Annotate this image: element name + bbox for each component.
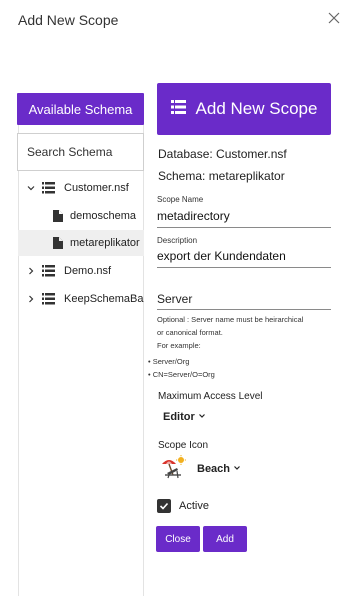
scope-icon-select[interactable]: Beach xyxy=(197,463,241,475)
tree-item-label: demoschema xyxy=(70,210,137,222)
add-button[interactable]: Add xyxy=(203,526,247,552)
access-level-label: Maximum Access Level xyxy=(158,391,263,402)
add-new-scope-label: Add New Scope xyxy=(195,99,318,118)
tree-item-keepschemabac[interactable]: KeepSchemaBac xyxy=(18,286,144,312)
active-checkbox[interactable] xyxy=(157,499,171,513)
server-help-line: Optional : Server name must be heirarchi… xyxy=(157,315,304,324)
database-icon xyxy=(42,293,55,305)
scope-icon-dropdown[interactable]: Beach xyxy=(161,455,241,482)
server-example: • CN=Server/O=Org xyxy=(148,370,215,379)
tree-item-label: Customer.nsf xyxy=(64,182,129,194)
chevron-down-icon[interactable] xyxy=(26,183,36,193)
search-schema-input[interactable] xyxy=(17,133,144,171)
list-icon xyxy=(170,99,186,119)
tree-item-label: Demo.nsf xyxy=(64,265,112,277)
tree-item-customer[interactable]: Customer.nsf xyxy=(18,175,144,201)
close-icon[interactable] xyxy=(328,12,342,26)
chevron-right-icon[interactable] xyxy=(26,294,36,304)
server-example-text: CN=Server/O=Org xyxy=(152,370,215,379)
document-icon xyxy=(53,237,63,249)
checkmark-icon xyxy=(159,502,169,510)
schema-info: Schema: metareplikator xyxy=(158,169,285,183)
server-example: • Server/Org xyxy=(148,357,190,366)
database-info: Database: Customer.nsf xyxy=(158,147,287,161)
tree-item-demoschema[interactable]: demoschema xyxy=(18,203,144,229)
dialog-title: Add New Scope xyxy=(18,12,119,28)
scope-name-label: Scope Name xyxy=(157,195,204,204)
chevron-right-icon[interactable] xyxy=(26,266,36,276)
close-button[interactable]: Close xyxy=(156,526,200,552)
description-input[interactable] xyxy=(157,246,331,268)
tree-item-metareplikator[interactable]: metareplikator xyxy=(18,230,144,256)
server-help-line: or canonical format. xyxy=(157,328,223,337)
database-icon xyxy=(42,182,55,194)
description-label: Description xyxy=(157,236,198,245)
document-icon xyxy=(53,210,63,222)
available-schema-button[interactable]: Available Schema xyxy=(17,93,144,125)
tree-item-demo[interactable]: Demo.nsf xyxy=(18,258,144,284)
access-level-dropdown[interactable]: Editor xyxy=(163,411,206,423)
tree-item-label: KeepSchemaBac xyxy=(64,293,144,305)
server-input[interactable] xyxy=(157,288,331,310)
scope-icon-label: Scope Icon xyxy=(158,440,209,451)
server-help-line: For example: xyxy=(157,341,201,350)
scope-icon-value: Beach xyxy=(197,462,231,475)
chevron-down-icon xyxy=(198,411,206,423)
active-label: Active xyxy=(179,500,209,512)
chevron-down-icon xyxy=(233,463,241,475)
scope-name-input[interactable] xyxy=(157,206,331,228)
tree-item-label: metareplikator xyxy=(70,237,140,249)
server-example-text: Server/Org xyxy=(152,357,190,366)
database-icon xyxy=(42,265,55,277)
access-level-value: Editor xyxy=(163,411,195,423)
add-new-scope-button[interactable]: Add New Scope xyxy=(157,83,331,135)
beach-umbrella-icon xyxy=(161,455,187,482)
